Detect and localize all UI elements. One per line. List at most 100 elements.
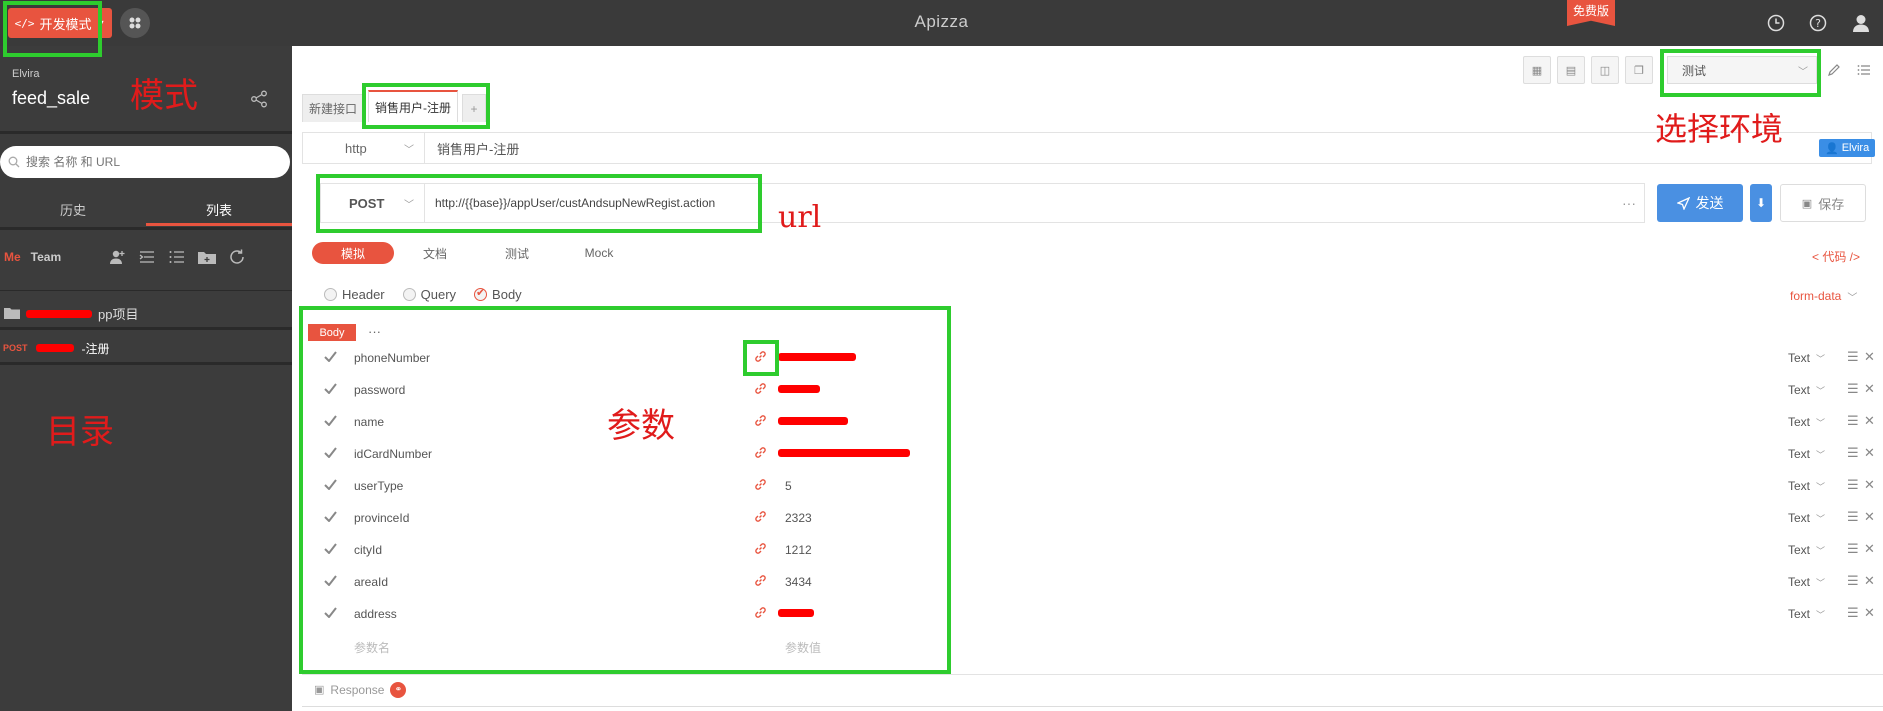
split-view-icon[interactable]: ◫ — [1591, 56, 1619, 84]
param-type-select[interactable]: Text ﹀ — [1788, 543, 1825, 557]
code-link[interactable]: < 代码 /> — [1812, 248, 1860, 265]
save-label: 保存 — [1818, 196, 1845, 212]
sidebar-toolbar: Me Team — [0, 242, 292, 272]
radio-dot — [324, 288, 337, 301]
search-icon — [8, 156, 20, 168]
save-icon: ▣ — [1801, 197, 1813, 210]
layout-grid-icon[interactable]: ▦ — [1523, 56, 1551, 84]
param-type-select[interactable]: Text ﹀ — [1788, 415, 1825, 429]
collapse-icon[interactable] — [137, 247, 157, 267]
param-type-select[interactable]: Text ﹀ — [1788, 447, 1825, 461]
tab-history[interactable]: 历史 — [0, 196, 146, 226]
param-type-value: Text — [1788, 575, 1811, 589]
protocol-select[interactable]: http ﹀ — [303, 133, 425, 163]
response-row[interactable]: ▣ Response ⚭ — [302, 674, 1883, 704]
request-item[interactable]: POST -注册 — [0, 336, 292, 360]
radio-header-label: Header — [342, 287, 385, 302]
param-type-select[interactable]: Text ﹀ — [1788, 511, 1825, 525]
chevron-down-icon: ﹀ — [1816, 354, 1826, 364]
menu-list-icon[interactable] — [1852, 56, 1876, 84]
document-icon[interactable]: ▤ — [1557, 56, 1585, 84]
request-name[interactable]: 销售用户-注册 — [425, 139, 519, 158]
drag-handle-icon[interactable]: ☰ — [1847, 349, 1859, 365]
radio-body[interactable]: Body — [474, 286, 522, 302]
save-button[interactable]: ▣ 保存 — [1780, 184, 1866, 222]
list-icon[interactable] — [167, 247, 187, 267]
new-folder-icon[interactable] — [197, 247, 217, 267]
request-method-tag: POST — [3, 343, 28, 353]
param-type-value: Text — [1788, 607, 1811, 621]
drag-handle-icon[interactable]: ☰ — [1847, 605, 1859, 621]
send-icon — [1676, 196, 1690, 210]
radio-body-label: Body — [492, 287, 522, 302]
tab-simulate[interactable]: 模拟 — [312, 242, 394, 264]
user-avatar-icon[interactable] — [1850, 12, 1872, 34]
project-name[interactable]: feed_sale — [12, 88, 90, 109]
url-more-button[interactable]: ··· — [1614, 195, 1644, 211]
close-icon[interactable]: ✕ — [1864, 381, 1875, 397]
owner-chip[interactable]: 👤 Elvira — [1819, 139, 1876, 157]
history-clock-icon[interactable] — [1765, 12, 1787, 34]
drag-handle-icon[interactable]: ☰ — [1847, 413, 1859, 429]
param-type-value: Text — [1788, 447, 1811, 461]
download-arrow-button[interactable]: ⬇ — [1750, 184, 1772, 222]
annotation-box-env — [1660, 49, 1821, 97]
edit-icon[interactable] — [1822, 56, 1846, 84]
param-type-select[interactable]: Text ﹀ — [1788, 607, 1825, 621]
param-type-select[interactable]: Text ﹀ — [1788, 351, 1825, 365]
share-icon[interactable] — [250, 90, 270, 110]
tab-docs[interactable]: 文档 — [394, 242, 476, 264]
send-button[interactable]: 发送 — [1657, 184, 1743, 222]
search-input[interactable] — [26, 155, 266, 169]
close-icon[interactable]: ✕ — [1864, 477, 1875, 493]
tab-mock[interactable]: Mock — [558, 242, 640, 264]
sidebar-username: Elvira — [12, 68, 40, 80]
tab-list[interactable]: 列表 — [146, 196, 292, 226]
param-type-select[interactable]: Text ﹀ — [1788, 383, 1825, 397]
sidebar-search[interactable] — [0, 146, 290, 178]
radio-query[interactable]: Query — [402, 287, 457, 302]
chevron-down-icon: ﹀ — [1816, 610, 1826, 620]
view-toolbar: ▦ ▤ ◫ ❐ — [1523, 56, 1653, 84]
close-icon[interactable]: ✕ — [1864, 413, 1875, 429]
copy-icon[interactable]: ❐ — [1625, 56, 1653, 84]
drag-handle-icon[interactable]: ☰ — [1847, 445, 1859, 461]
drag-handle-icon[interactable]: ☰ — [1847, 509, 1859, 525]
annotation-box-url — [316, 174, 762, 233]
close-icon[interactable]: ✕ — [1864, 509, 1875, 525]
project-folder[interactable]: pp项目 — [4, 304, 138, 323]
drag-handle-icon[interactable]: ☰ — [1847, 381, 1859, 397]
annotation-params: 参数 — [607, 406, 675, 446]
annotation-mode: 模式 — [130, 76, 198, 116]
me-filter[interactable]: Me — [4, 250, 21, 264]
help-icon[interactable]: ? — [1807, 12, 1829, 34]
body-type-radios: Header Query Body — [324, 286, 522, 302]
radio-header[interactable]: Header — [324, 287, 385, 302]
close-icon[interactable]: ✕ — [1864, 445, 1875, 461]
tab-test[interactable]: 测试 — [476, 242, 558, 264]
send-label: 发送 — [1695, 195, 1724, 211]
team-filter[interactable]: Team — [31, 250, 61, 264]
add-member-icon[interactable] — [107, 247, 127, 267]
close-icon[interactable]: ✕ — [1864, 349, 1875, 365]
close-icon[interactable]: ✕ — [1864, 605, 1875, 621]
close-icon[interactable]: ✕ — [1864, 573, 1875, 589]
radio-query-label: Query — [420, 287, 457, 302]
chevron-down-icon: ﹀ — [1816, 482, 1826, 492]
param-type-select[interactable]: Text ﹀ — [1788, 575, 1825, 589]
refresh-icon[interactable] — [227, 247, 247, 267]
link-icon[interactable]: ⚭ — [390, 681, 407, 698]
user-icon: 👤 — [1825, 142, 1839, 155]
request-item-name: -注册 — [81, 341, 110, 356]
body-format-select[interactable]: form-data ﹀ — [1790, 289, 1857, 304]
drag-handle-icon[interactable]: ☰ — [1847, 573, 1859, 589]
param-type-value: Text — [1788, 511, 1811, 525]
close-icon[interactable]: ✕ — [1864, 541, 1875, 557]
tab-new-api[interactable]: 新建接口 — [302, 94, 365, 122]
drag-handle-icon[interactable]: ☰ — [1847, 541, 1859, 557]
body-format-value: form-data — [1790, 289, 1842, 303]
param-type-select[interactable]: Text ﹀ — [1788, 479, 1825, 493]
drag-handle-icon[interactable]: ☰ — [1847, 477, 1859, 493]
response-icon: ▣ — [314, 684, 325, 696]
radio-dot-checked — [474, 286, 488, 301]
